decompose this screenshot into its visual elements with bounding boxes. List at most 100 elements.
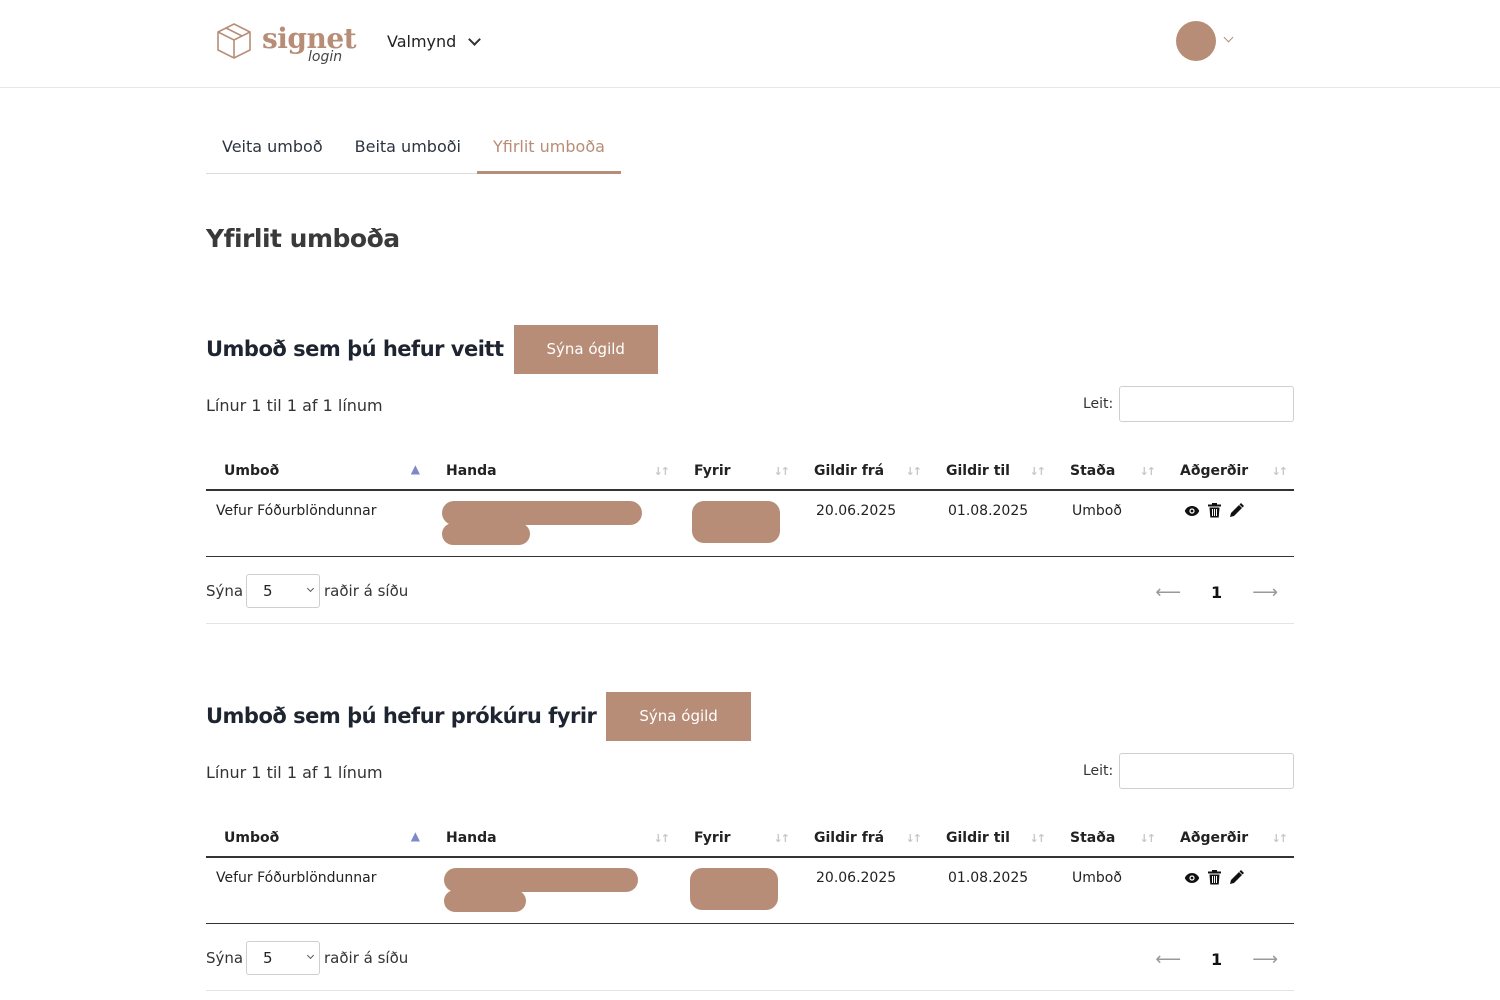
pencil-icon[interactable] xyxy=(1229,503,1244,522)
search-input[interactable] xyxy=(1119,386,1294,422)
search-input[interactable] xyxy=(1119,753,1294,789)
page-size-select[interactable]: 5 xyxy=(246,574,320,608)
sort-icon: ↓↑ xyxy=(1029,832,1047,845)
sort-icon: ↓↑ xyxy=(773,465,791,478)
chevron-down-icon xyxy=(468,33,482,46)
cell-stada: Umboð xyxy=(1052,490,1162,557)
column-header-gildir-fra[interactable]: Gildir frá ↓↑ xyxy=(796,452,928,491)
cell-handa-redacted xyxy=(428,490,676,557)
sort-icon: ↓↑ xyxy=(1139,465,1157,478)
page-size-select[interactable]: 5 xyxy=(246,941,320,975)
section-title: Umboð sem þú hefur veitt xyxy=(206,337,504,361)
tab-yfirlit-umboda[interactable]: Yfirlit umboða xyxy=(476,124,621,174)
granted-table: Umboð ▲ Handa ↓↑ Fyrir ↓↑ Gildir frá ↓↑ Gild… xyxy=(206,452,1294,557)
sort-icon: ↓↑ xyxy=(653,465,671,478)
eye-icon[interactable] xyxy=(1184,872,1200,888)
trash-icon[interactable] xyxy=(1208,870,1221,889)
column-header-gildir-til[interactable]: Gildir til ↓↑ xyxy=(928,452,1052,491)
sort-asc-icon: ▲ xyxy=(410,462,420,476)
redaction-mark xyxy=(442,501,642,525)
pagination: ⟵ 1 ⟶ xyxy=(1155,949,1278,970)
rows-per-page-label: raðir á síðu xyxy=(324,949,409,967)
column-header-stada[interactable]: Staða ↓↑ xyxy=(1052,819,1162,858)
table-footer: Sýna 5 raðir á síðu ⟵ 1 ⟶ xyxy=(206,933,1294,991)
page-number[interactable]: 1 xyxy=(1211,950,1222,969)
cell-gildir-til: 01.08.2025 xyxy=(928,490,1052,557)
chevron-down-icon xyxy=(306,951,315,960)
cell-fyrir-redacted xyxy=(676,857,796,924)
cell-handa-redacted xyxy=(428,857,676,924)
table-row: Vefur Fóðurblöndunnar 20.06.2025 01.08.2… xyxy=(206,857,1294,924)
avatar-chevron-down-icon[interactable] xyxy=(1223,32,1234,43)
cell-umbod: Vefur Fóðurblöndunnar xyxy=(206,857,428,924)
pencil-icon[interactable] xyxy=(1229,870,1244,889)
section-title: Umboð sem þú hefur prókúru fyrir xyxy=(206,704,597,728)
cell-umbod: Vefur Fóðurblöndunnar xyxy=(206,490,428,557)
cell-actions xyxy=(1162,857,1294,924)
column-header-gildir-til[interactable]: Gildir til ↓↑ xyxy=(928,819,1052,858)
column-header-fyrir[interactable]: Fyrir ↓↑ xyxy=(676,819,796,858)
tab-veita-umbod[interactable]: Veita umboð xyxy=(206,124,339,174)
page-number[interactable]: 1 xyxy=(1211,583,1222,602)
redaction-mark xyxy=(444,868,638,892)
rows-per-page-label: raðir á síðu xyxy=(324,582,409,600)
column-header-umbod[interactable]: Umboð ▲ xyxy=(206,819,428,858)
show-label: Sýna xyxy=(206,949,244,967)
sort-asc-icon: ▲ xyxy=(410,829,420,843)
tab-bar: Veita umboð Beita umboði Yfirlit umboða xyxy=(206,124,621,174)
avatar[interactable] xyxy=(1176,21,1216,61)
main-menu-dropdown[interactable]: Valmynd xyxy=(387,32,482,51)
sort-icon: ↓↑ xyxy=(653,832,671,845)
table-info: Línur 1 til 1 af 1 línum xyxy=(206,763,383,782)
cube-logo-icon xyxy=(217,23,251,59)
redaction-mark xyxy=(690,868,778,910)
show-label: Sýna xyxy=(206,582,244,600)
sort-icon: ↓↑ xyxy=(1271,465,1289,478)
search-label: Leit: xyxy=(1083,763,1114,779)
top-header: signet login Valmynd xyxy=(0,0,1500,88)
redaction-mark xyxy=(442,523,530,545)
column-header-handa[interactable]: Handa ↓↑ xyxy=(428,819,676,858)
sort-icon: ↓↑ xyxy=(905,465,923,478)
table-footer: Sýna 5 raðir á síðu ⟵ 1 ⟶ xyxy=(206,566,1294,624)
sort-icon: ↓↑ xyxy=(1139,832,1157,845)
section-procuration: Umboð sem þú hefur prókúru fyrir Sýna óg… xyxy=(206,691,1294,995)
show-invalid-button[interactable]: Sýna ógild xyxy=(606,691,751,741)
column-header-umbod[interactable]: Umboð ▲ xyxy=(206,452,428,491)
column-header-handa[interactable]: Handa ↓↑ xyxy=(428,452,676,491)
column-header-adgerdir[interactable]: Aðgerðir ↓↑ xyxy=(1162,452,1294,491)
cell-actions xyxy=(1162,490,1294,557)
arrow-left-icon[interactable]: ⟵ xyxy=(1155,582,1181,603)
arrow-right-icon[interactable]: ⟶ xyxy=(1252,582,1278,603)
redaction-mark xyxy=(692,501,780,543)
sort-icon: ↓↑ xyxy=(1271,832,1289,845)
column-header-gildir-fra[interactable]: Gildir frá ↓↑ xyxy=(796,819,928,858)
cell-fyrir-redacted xyxy=(676,490,796,557)
signet-logo[interactable]: signet login xyxy=(216,20,357,70)
brand-sub: login xyxy=(308,49,343,65)
menu-label: Valmynd xyxy=(387,32,457,51)
eye-icon[interactable] xyxy=(1184,505,1200,521)
tab-beita-umbodi[interactable]: Beita umboði xyxy=(339,124,477,174)
table-row: Vefur Fóðurblöndunnar 20.06.2025 01.08.2… xyxy=(206,490,1294,557)
sort-icon: ↓↑ xyxy=(773,832,791,845)
column-header-adgerdir[interactable]: Aðgerðir ↓↑ xyxy=(1162,819,1294,858)
chevron-down-icon xyxy=(306,584,315,593)
arrow-left-icon[interactable]: ⟵ xyxy=(1155,949,1181,970)
section-granted: Umboð sem þú hefur veitt Sýna ógild Línu… xyxy=(206,324,1294,628)
search-label: Leit: xyxy=(1083,396,1114,412)
pagination: ⟵ 1 ⟶ xyxy=(1155,582,1278,603)
page-title: Yfirlit umboða xyxy=(206,224,400,253)
cell-gildir-til: 01.08.2025 xyxy=(928,857,1052,924)
cell-gildir-fra: 20.06.2025 xyxy=(796,857,928,924)
show-invalid-button[interactable]: Sýna ógild xyxy=(513,324,658,374)
cell-stada: Umboð xyxy=(1052,857,1162,924)
cell-gildir-fra: 20.06.2025 xyxy=(796,490,928,557)
table-info: Línur 1 til 1 af 1 línum xyxy=(206,396,383,415)
column-header-fyrir[interactable]: Fyrir ↓↑ xyxy=(676,452,796,491)
redaction-mark xyxy=(444,890,526,912)
sort-icon: ↓↑ xyxy=(905,832,923,845)
column-header-stada[interactable]: Staða ↓↑ xyxy=(1052,452,1162,491)
arrow-right-icon[interactable]: ⟶ xyxy=(1252,949,1278,970)
trash-icon[interactable] xyxy=(1208,503,1221,522)
